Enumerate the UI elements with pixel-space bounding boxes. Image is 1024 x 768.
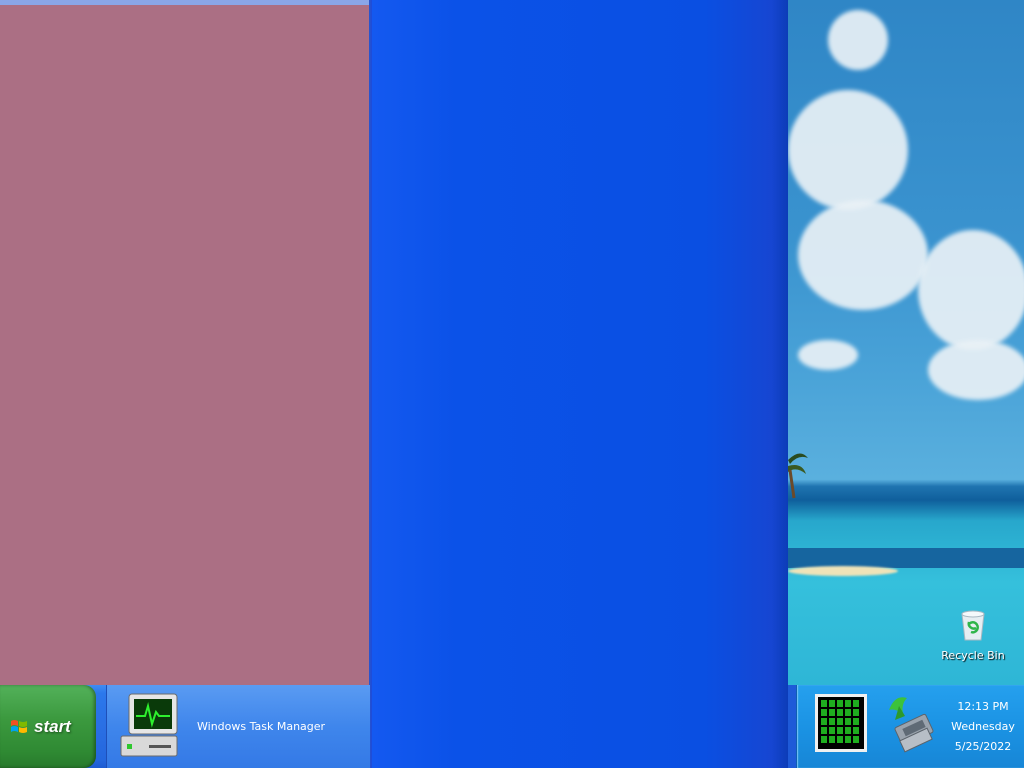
clock[interactable]: 12:13 PM Wednesday 5/25/2022 (947, 697, 1019, 757)
task-label: Windows Task Manager (197, 720, 326, 733)
recycle-bin-label: Recycle Bin (941, 649, 1005, 662)
clock-day: Wednesday (951, 720, 1015, 733)
cloud (798, 200, 928, 310)
recycle-bin-icon (961, 610, 985, 641)
window-area-left (0, 0, 369, 685)
system-tray: 12:13 PM Wednesday 5/25/2022 (796, 685, 1024, 768)
start-button[interactable]: start (0, 685, 96, 768)
cloud (928, 340, 1024, 400)
network-icon[interactable] (881, 690, 941, 754)
tray-separator (788, 685, 796, 768)
palm-tree-icon (788, 453, 808, 499)
taskbar-button-task-manager[interactable]: Windows Task Manager (106, 685, 370, 768)
cloud (788, 90, 908, 210)
desktop-wallpaper: Recycle Bin (788, 0, 1024, 685)
windows-logo-icon (11, 719, 27, 733)
taskbar: start Windows Task Manager (0, 685, 370, 768)
desktop-icon-recycle-bin[interactable]: Recycle Bin (928, 608, 1018, 662)
cloud (798, 340, 858, 370)
task-manager-icon (120, 693, 178, 756)
start-label: start (34, 716, 71, 736)
horizon (788, 548, 1024, 568)
clock-date: 5/25/2022 (954, 740, 1012, 753)
cloud (918, 230, 1024, 350)
cpu-usage-icon[interactable] (815, 694, 867, 752)
beach (788, 566, 898, 576)
cloud (828, 10, 888, 70)
window-area-center (372, 0, 788, 768)
clock-time: 12:13 PM (957, 700, 1009, 713)
